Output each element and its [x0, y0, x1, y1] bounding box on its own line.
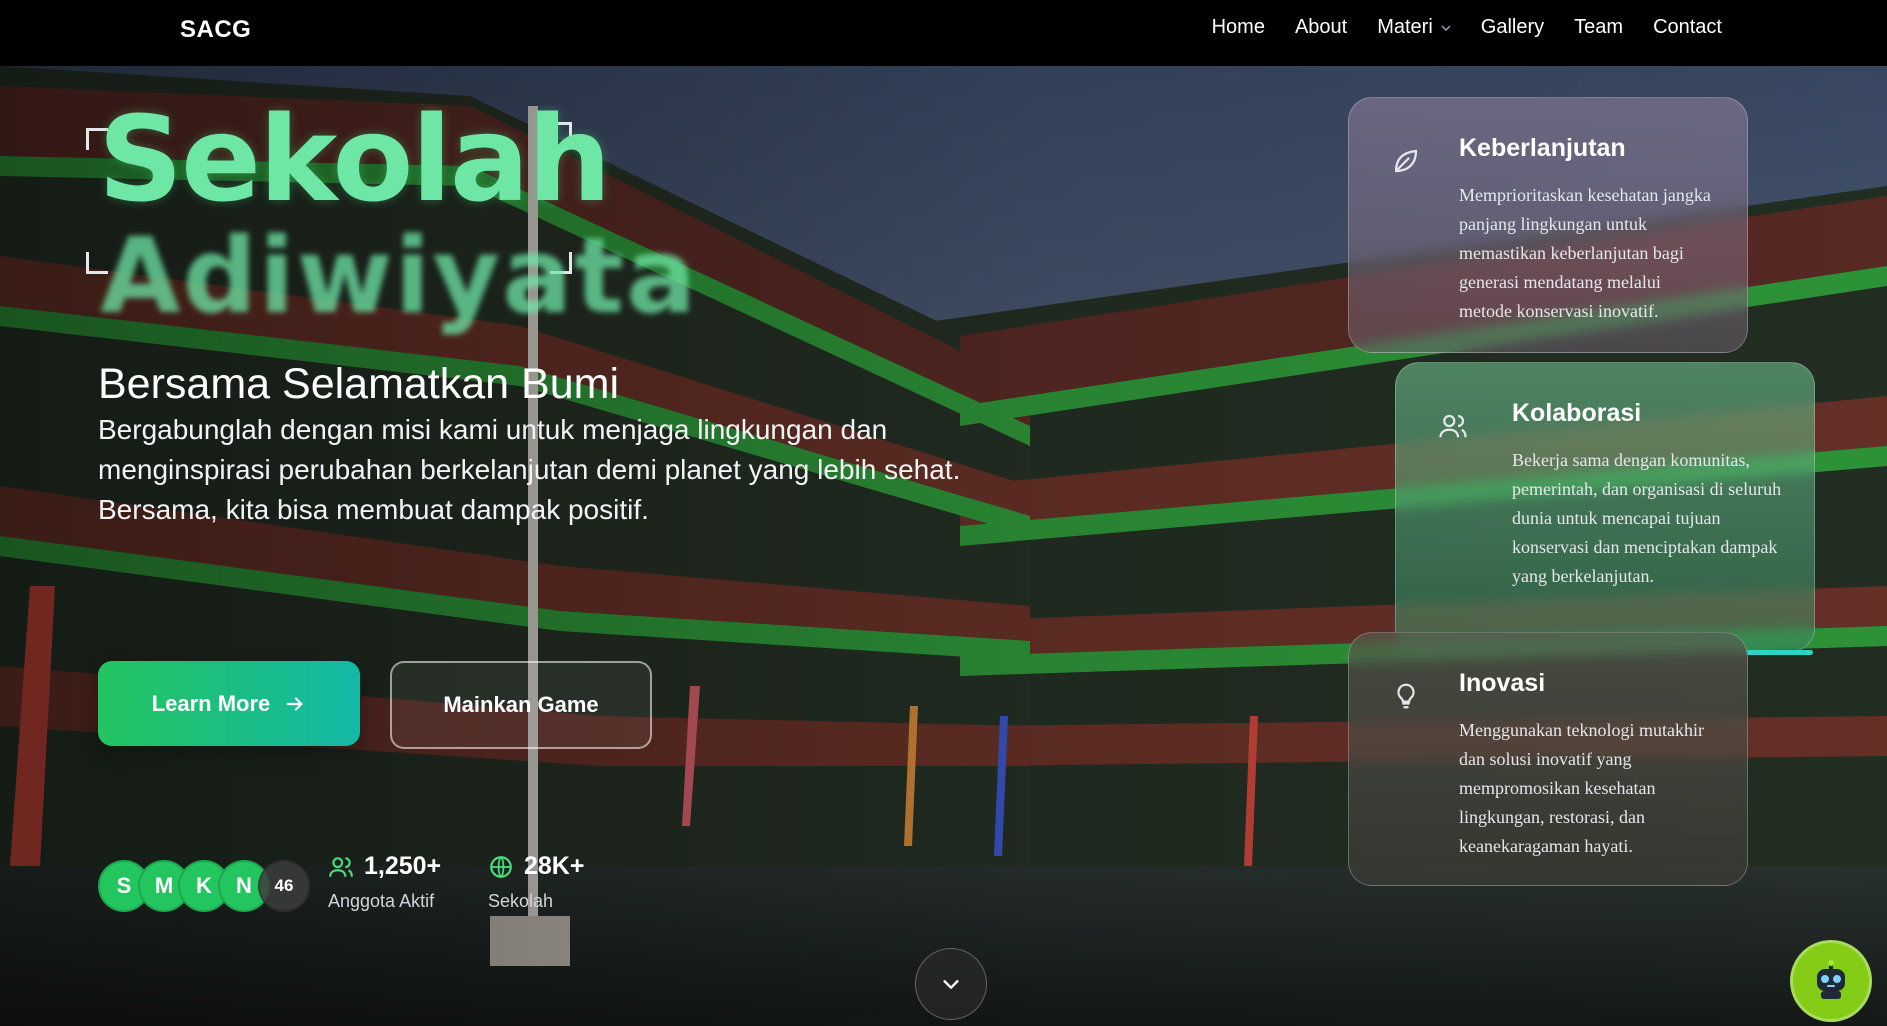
robot-icon [1817, 960, 1845, 999]
hero-title-line1: Sekolah [98, 90, 611, 228]
feature-card-innovation[interactable]: Inovasi Menggunakan teknologi mutakhir d… [1348, 632, 1748, 886]
feature-card-text: Bekerja sama dengan komunitas, pemerinta… [1512, 450, 1782, 586]
feature-card-title: Inovasi [1459, 669, 1546, 697]
scroll-down-button[interactable] [915, 948, 987, 1020]
nav-contact[interactable]: Contact [1653, 16, 1722, 39]
arrow-right-icon [286, 696, 303, 711]
feature-card-text: Memprioritaskan kesehatan jangka panjang… [1459, 185, 1711, 321]
navbar: SACG Home About Materi Gallery Team Cont… [0, 0, 1887, 66]
nav-gallery[interactable]: Gallery [1481, 16, 1544, 39]
feature-card-title: Kolaborasi [1512, 399, 1642, 427]
learn-more-button[interactable]: Learn More [98, 661, 360, 746]
leaf-icon [1394, 149, 1418, 173]
feature-card-title: Keberlanjutan [1459, 134, 1626, 162]
card-progress-bar [1745, 650, 1813, 655]
stat-members-value: 1,250+ [364, 852, 442, 880]
feature-card-collaboration[interactable]: Kolaborasi Bekerja sama dengan komunitas… [1395, 362, 1815, 652]
globe-icon [490, 855, 512, 878]
stat-schools: 28K+ Sekolah [488, 852, 584, 912]
stat-schools-value: 28K+ [524, 852, 585, 880]
nav-materi[interactable]: Materi [1377, 16, 1451, 39]
hero-title-line2: Adiwiyata [100, 215, 699, 337]
lightbulb-icon [1397, 683, 1415, 709]
stat-schools-label: Sekolah [488, 891, 554, 911]
main-nav: Home About Materi Gallery Team Contact [1212, 16, 1722, 39]
users-icon [1439, 414, 1467, 438]
avatar-extra-count: 46 [258, 860, 310, 912]
brand-logo[interactable]: SACG [180, 16, 251, 44]
chatbot-button[interactable] [1790, 940, 1872, 1022]
stat-members-label: Anggota Aktif [328, 891, 435, 911]
hero-subtitle: Bersama Selamatkan Bumi [98, 360, 619, 408]
nav-materi-label: Materi [1377, 16, 1433, 38]
feature-card-text: Menggunakan teknologi mutakhir dan solus… [1459, 720, 1704, 856]
chevron-down-icon [943, 980, 959, 989]
stat-members: 1,250+ Anggota Aktif [328, 852, 441, 912]
nav-home[interactable]: Home [1212, 16, 1265, 39]
feature-card-sustainability[interactable]: Keberlanjutan Memprioritaskan kesehatan … [1348, 97, 1748, 353]
nav-about[interactable]: About [1295, 16, 1347, 39]
nav-team[interactable]: Team [1574, 16, 1623, 39]
hero-description: Bergabunglah dengan misi kami untuk menj… [98, 414, 961, 525]
learn-more-label: Learn More [151, 690, 271, 716]
member-avatars: S M K N 46 [98, 860, 310, 912]
play-game-button[interactable]: Mainkan Game [390, 661, 652, 749]
chevron-down-icon [1441, 24, 1451, 31]
users-icon [329, 856, 353, 877]
